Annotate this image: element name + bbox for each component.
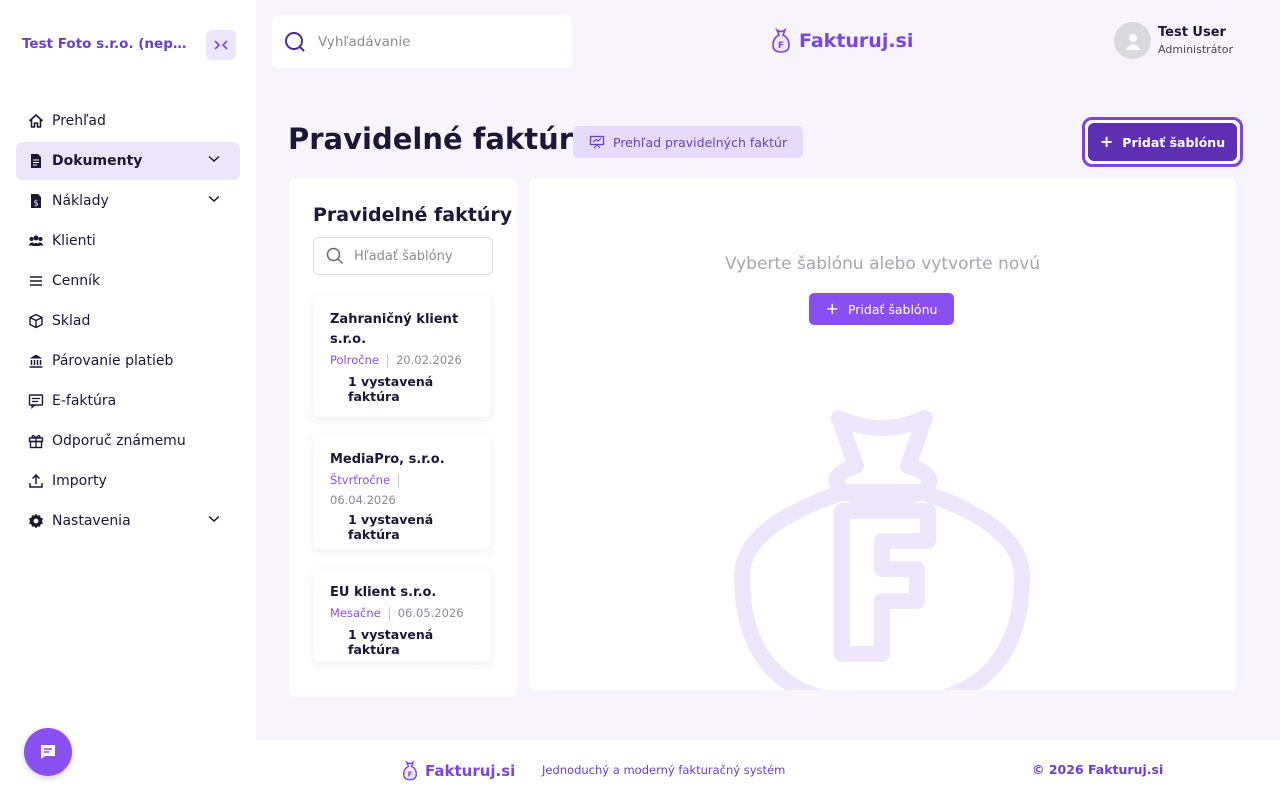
footer-logo[interactable]: F Fakturuj.si <box>399 760 515 782</box>
document-icon <box>28 153 44 169</box>
template-invoice-count: 1 vystavená faktúra <box>348 374 434 404</box>
template-card[interactable]: MediaPro, s.r.o. Štvrťročne 06.04.2026 1… <box>313 436 490 549</box>
user-name: Test User <box>1158 25 1226 40</box>
message-icon <box>28 393 44 409</box>
sidebar-item-label: Nastavenia <box>52 513 131 529</box>
add-template-label: Pridať šablónu <box>847 301 938 317</box>
list-icon <box>28 273 44 289</box>
template-invoice-count: 1 vystavená faktúra <box>348 627 434 657</box>
recurring-overview-button[interactable]: Prehľad pravidelných faktúr <box>573 126 804 158</box>
template-frequency: Polročne <box>330 353 379 367</box>
search-icon <box>326 247 344 265</box>
empty-state-message: Vyberte šablónu alebo vytvorte novú <box>724 254 1041 274</box>
money-bag-illustration <box>734 410 1030 690</box>
company-name[interactable]: Test Foto s.r.o. (neplatiteľ DPH) <box>22 36 190 52</box>
template-name: EU klient s.r.o. <box>330 585 437 600</box>
users-icon <box>28 233 44 249</box>
recurring-overview-label: Prehľad pravidelných faktúr <box>613 134 788 150</box>
user-role: Administrátor <box>1158 43 1233 56</box>
sidebar-item-label: Importy <box>52 473 107 489</box>
upload-icon <box>28 473 44 489</box>
chevron-down-icon <box>208 155 220 163</box>
gear-icon <box>28 513 44 529</box>
svg-text:F: F <box>778 41 784 51</box>
chevron-down-icon <box>208 195 220 203</box>
footer: F Fakturuj.si Jednoduchý a moderný faktu… <box>256 740 1280 800</box>
template-name: Zahraničný klient s.r.o. <box>330 312 459 347</box>
search-icon <box>285 31 305 52</box>
sidebar-item-label: Klienti <box>52 233 96 249</box>
sidebar-item-label: E-faktúra <box>52 393 117 409</box>
template-date: 20.02.2026 <box>395 353 462 367</box>
add-template-label: Pridať šablónu <box>1122 134 1226 150</box>
add-template-button-center[interactable]: + Pridať šablónu <box>809 293 954 325</box>
list-title: Pravidelné faktúry <box>313 204 513 226</box>
sidebar-item-e-faktura[interactable]: E-faktúra <box>16 382 240 420</box>
sidebar-item-cennik[interactable]: Cenník <box>16 262 240 300</box>
money-bag-icon: F <box>772 27 790 53</box>
sidebar-nav: Prehľad Dokumenty $ Náklady Klienti Cenn… <box>16 102 240 542</box>
template-frequency: Štvrťročne <box>330 473 391 487</box>
user-icon <box>1125 33 1140 50</box>
receipt-icon: $ <box>28 193 44 209</box>
sidebar: Test Foto s.r.o. (neplatiteľ DPH) Prehľa… <box>0 0 256 800</box>
sidebar-item-label: Náklady <box>52 193 109 209</box>
sidebar-item-nastavenia[interactable]: Nastavenia <box>16 502 240 540</box>
sidebar-item-dokumenty[interactable]: Dokumenty <box>16 142 240 180</box>
sidebar-item-naklady[interactable]: $ Náklady <box>16 182 240 220</box>
sidebar-item-label: Párovanie platieb <box>52 353 174 369</box>
global-search <box>272 15 572 68</box>
template-list-panel: Pravidelné faktúry Zahraničný klient s.r… <box>289 178 517 697</box>
add-template-button[interactable]: + Pridať šablónu <box>1082 117 1243 167</box>
template-search <box>313 237 493 275</box>
chevron-down-icon <box>208 515 220 523</box>
svg-text:F: F <box>408 770 413 779</box>
home-icon <box>28 113 44 129</box>
svg-text:$: $ <box>33 199 38 208</box>
bank-icon <box>28 353 44 369</box>
template-name: MediaPro, s.r.o. <box>330 452 445 467</box>
template-card[interactable]: Zahraničný klient s.r.o. Polročne 20.02.2… <box>313 296 490 417</box>
template-frequency: Mesačne <box>330 606 381 620</box>
sidebar-item-odporuc-znamemu[interactable]: Odporuč známemu <box>16 422 240 460</box>
sidebar-item-label: Sklad <box>52 313 91 329</box>
footer-brand: Fakturuj.si <box>425 762 516 780</box>
page-title: Pravidelné faktúry <box>288 122 592 156</box>
footer-copyright: © 2026 Fakturuj.si <box>1032 762 1164 777</box>
sidebar-item-prehlad[interactable]: Prehľad <box>16 102 240 140</box>
brand-logo[interactable]: F Fakturuj.si <box>767 27 913 55</box>
sidebar-item-label: Prehľad <box>52 113 106 129</box>
sidebar-item-label: Odporuč známemu <box>52 433 186 449</box>
box-icon <box>28 313 44 329</box>
template-date: 06.04.2026 <box>330 493 396 507</box>
chat-icon <box>41 745 55 759</box>
gift-icon <box>28 433 44 449</box>
avatar <box>1114 22 1151 59</box>
chat-button[interactable] <box>24 728 72 776</box>
plus-icon: + <box>1099 132 1114 151</box>
sidebar-item-sklad[interactable]: Sklad <box>16 302 240 340</box>
money-bag-icon: F <box>403 760 417 781</box>
template-invoice-count: 1 vystavená faktúra <box>348 512 434 542</box>
user-menu[interactable]: Test User Administrátor <box>1114 22 1233 59</box>
sidebar-item-klienti[interactable]: Klienti <box>16 222 240 260</box>
brand-name: Fakturuj.si <box>799 30 914 52</box>
template-detail-panel: Vyberte šablónu alebo vytvorte novú + Pr… <box>529 178 1236 690</box>
sidebar-item-label: Cenník <box>52 273 101 289</box>
collapse-sidebar-button[interactable] <box>206 30 236 60</box>
collapse-icon <box>214 40 228 50</box>
search-input[interactable] <box>318 33 548 50</box>
sidebar-item-importy[interactable]: Importy <box>16 462 240 500</box>
template-date: 06.05.2026 <box>397 606 464 620</box>
sidebar-item-label: Dokumenty <box>52 153 143 169</box>
template-card[interactable]: EU klient s.r.o. Mesačne 06.05.2026 1 vys… <box>313 569 490 662</box>
plus-icon: + <box>825 299 839 318</box>
sidebar-item-parovanie-platieb[interactable]: Párovanie platieb <box>16 342 240 380</box>
presentation-icon <box>589 135 605 149</box>
template-search-input[interactable] <box>354 248 484 264</box>
footer-tagline: Jednoduchý a moderný fakturačný systém <box>542 763 786 777</box>
